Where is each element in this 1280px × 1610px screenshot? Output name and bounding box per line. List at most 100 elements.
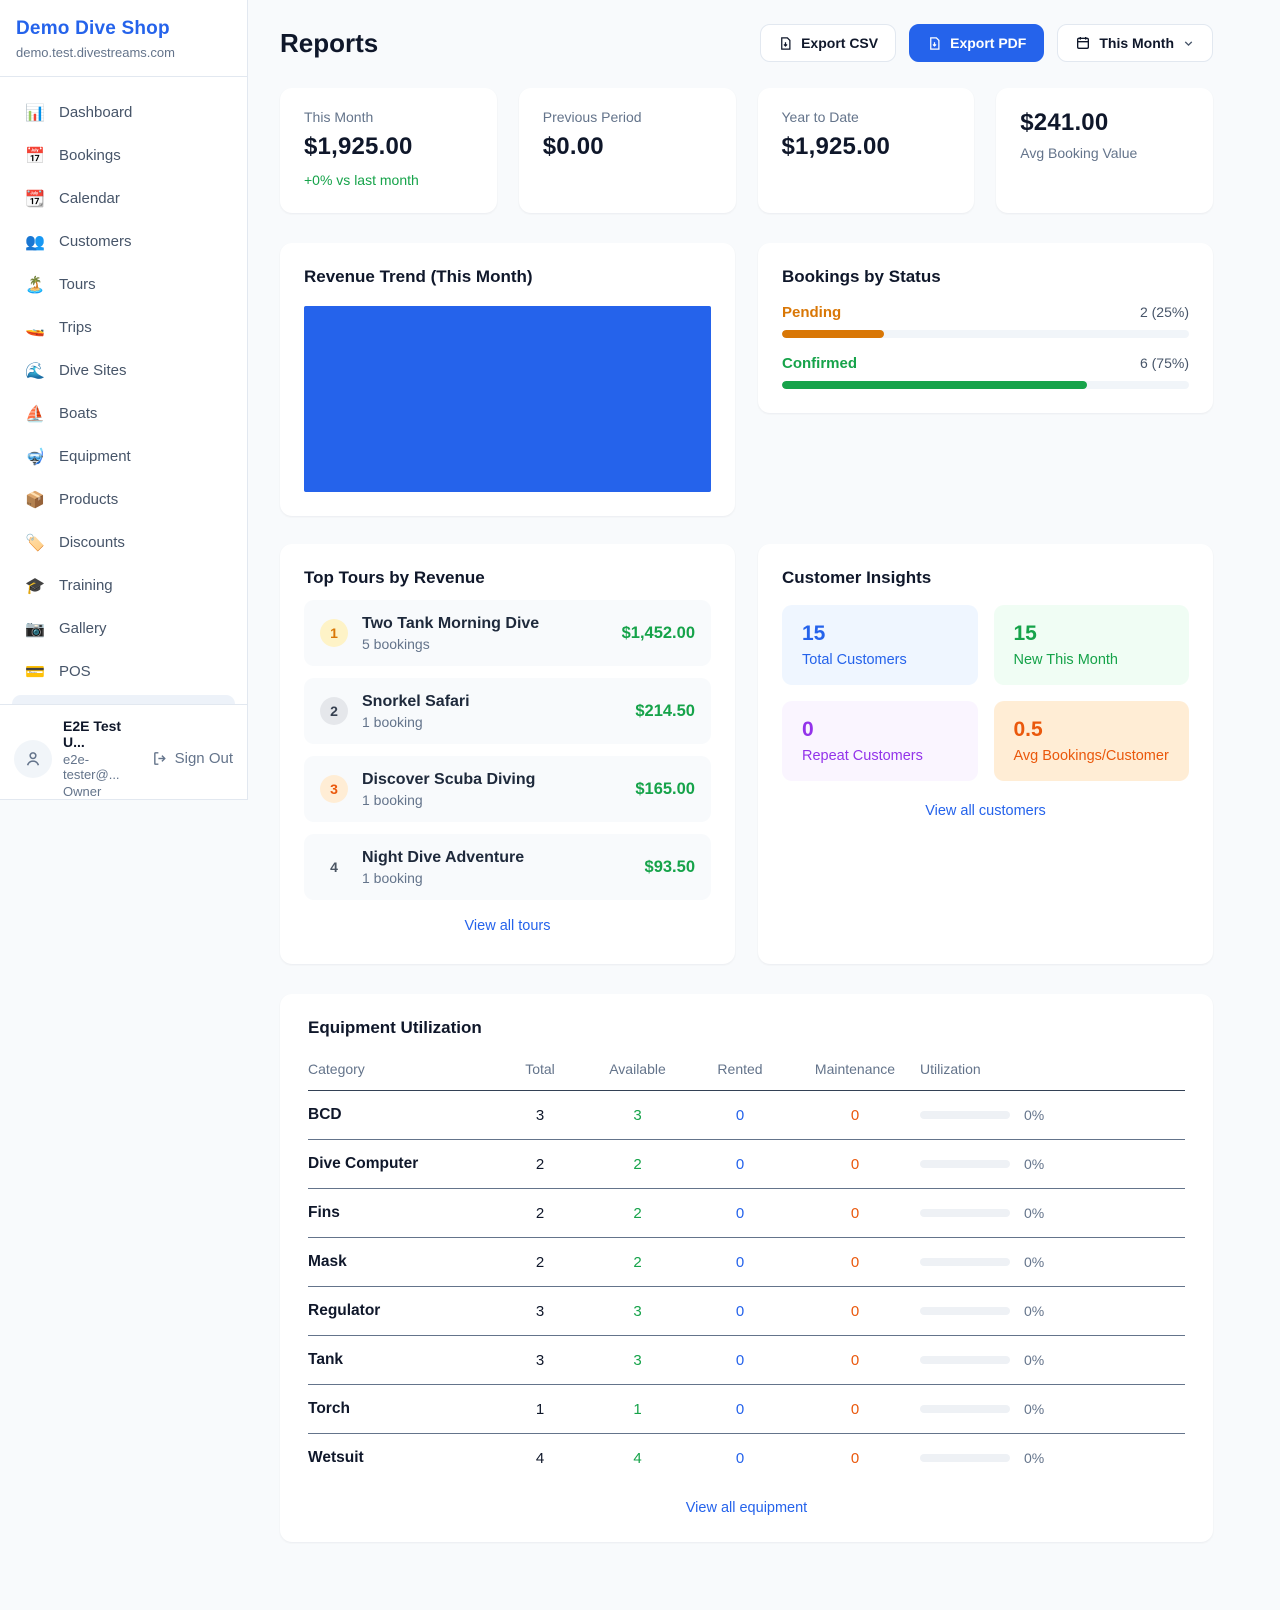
sidebar-item-discounts[interactable]: 🏷️Discounts	[8, 521, 239, 564]
sidebar-item-dashboard[interactable]: 📊Dashboard	[8, 91, 239, 134]
equipment-table: Category Total Available Rented Maintena…	[308, 1052, 1185, 1482]
sidebar-item-calendar[interactable]: 📆Calendar	[8, 177, 239, 220]
diving-mask-icon: 🤿	[24, 447, 46, 467]
table-row: Mask 2 2 0 0 0%	[308, 1238, 1185, 1287]
cell-total: 2	[495, 1238, 585, 1287]
insight-repeat-customers: 0 Repeat Customers	[782, 701, 978, 781]
sidebar: Demo Dive Shop demo.test.divestreams.com…	[0, 0, 248, 800]
customer-insights-card: Customer Insights 15 Total Customers 15 …	[758, 544, 1213, 964]
col-header-available: Available	[585, 1052, 690, 1091]
sidebar-item-equipment[interactable]: 🤿Equipment	[8, 435, 239, 478]
export-csv-button[interactable]: Export CSV	[760, 24, 896, 62]
utilization-bar	[920, 1356, 1010, 1364]
sidebar-item-label: Training	[59, 577, 113, 594]
bookings-by-status-title: Bookings by Status	[782, 267, 1189, 287]
sidebar-item-reports-partial[interactable]	[12, 695, 235, 704]
sidebar-item-products[interactable]: 📦Products	[8, 478, 239, 521]
header-actions: Export CSV Export PDF This Month	[760, 24, 1213, 62]
sidebar-item-trips[interactable]: 🚤Trips	[8, 306, 239, 349]
view-all-customers-link[interactable]: View all customers	[782, 803, 1189, 819]
page-title: Reports	[280, 28, 378, 59]
insight-label: Repeat Customers	[802, 748, 958, 764]
status-bar-confirmed	[782, 381, 1189, 389]
sign-out-button[interactable]: Sign Out	[152, 750, 233, 767]
view-all-equipment-link[interactable]: View all equipment	[308, 1500, 1185, 1516]
credit-card-icon: 💳	[24, 662, 46, 682]
sidebar-item-customers[interactable]: 👥Customers	[8, 220, 239, 263]
tour-info: Two Tank Morning Dive 5 bookings	[362, 615, 608, 652]
row-tours-insights: Top Tours by Revenue 1 Two Tank Morning …	[280, 544, 1213, 964]
cell-utilization: 0%	[920, 1287, 1185, 1336]
cell-total: 3	[495, 1287, 585, 1336]
col-header-utilization: Utilization	[920, 1052, 1185, 1091]
stat-label: This Month	[304, 109, 473, 125]
cell-category: Torch	[308, 1385, 495, 1434]
sidebar-item-label: Bookings	[59, 147, 121, 164]
status-bar-fill-pending	[782, 330, 884, 338]
sidebar-item-label: Customers	[59, 233, 132, 250]
dashboard-icon: 📊	[24, 103, 46, 123]
insight-new-this-month: 15 New This Month	[994, 605, 1190, 685]
cell-rented: 0	[690, 1140, 790, 1189]
tour-row: 3 Discover Scuba Diving 1 booking $165.0…	[304, 756, 711, 822]
utilization-pct: 0%	[1024, 1254, 1044, 1270]
view-all-tours-link[interactable]: View all tours	[304, 918, 711, 934]
tag-icon: 🏷️	[24, 533, 46, 553]
stat-card-year-to-date: Year to Date $1,925.00	[758, 88, 975, 213]
sidebar-item-gallery[interactable]: 📷Gallery	[8, 607, 239, 650]
stat-value: $1,925.00	[304, 133, 473, 161]
sidebar-item-label: Trips	[59, 319, 92, 336]
insight-value: 15	[802, 622, 958, 646]
cell-rented: 0	[690, 1091, 790, 1140]
col-header-total: Total	[495, 1052, 585, 1091]
tour-bookings: 1 booking	[362, 870, 631, 886]
cell-category: Dive Computer	[308, 1140, 495, 1189]
cell-utilization: 0%	[920, 1336, 1185, 1385]
user-info: E2E Test U... e2e-tester@... Owner	[63, 718, 141, 799]
brand-domain: demo.test.divestreams.com	[16, 45, 231, 60]
tour-info: Night Dive Adventure 1 booking	[362, 849, 631, 886]
sidebar-item-bookings[interactable]: 📅Bookings	[8, 134, 239, 177]
sidebar-nav: 📊Dashboard 📅Bookings 📆Calendar 👥Customer…	[0, 77, 247, 704]
table-row: Wetsuit 4 4 0 0 0%	[308, 1434, 1185, 1483]
rank-badge: 3	[320, 775, 348, 803]
insight-total-customers: 15 Total Customers	[782, 605, 978, 685]
revenue-trend-card: Revenue Trend (This Month)	[280, 243, 735, 516]
cell-maintenance: 0	[790, 1385, 920, 1434]
sidebar-item-label: Dive Sites	[59, 362, 127, 379]
sidebar-item-tours[interactable]: 🏝️Tours	[8, 263, 239, 306]
export-pdf-button[interactable]: Export PDF	[909, 24, 1044, 62]
sidebar-item-dive-sites[interactable]: 🌊Dive Sites	[8, 349, 239, 392]
brand: Demo Dive Shop demo.test.divestreams.com	[0, 0, 247, 77]
cell-utilization: 0%	[920, 1385, 1185, 1434]
sidebar-item-boats[interactable]: ⛵Boats	[8, 392, 239, 435]
sidebar-item-pos[interactable]: 💳POS	[8, 650, 239, 693]
cell-available: 2	[585, 1140, 690, 1189]
cell-rented: 0	[690, 1287, 790, 1336]
island-icon: 🏝️	[24, 275, 46, 295]
user-role: Owner	[63, 784, 141, 799]
sidebar-item-label: Products	[59, 491, 118, 508]
calendar-icon	[1075, 35, 1091, 51]
cell-maintenance: 0	[790, 1238, 920, 1287]
utilization-bar	[920, 1209, 1010, 1217]
calendar-icon: 📆	[24, 189, 46, 209]
cell-category: BCD	[308, 1091, 495, 1140]
sidebar-item-training[interactable]: 🎓Training	[8, 564, 239, 607]
period-select[interactable]: This Month	[1057, 24, 1213, 62]
table-row: Regulator 3 3 0 0 0%	[308, 1287, 1185, 1336]
stat-card-avg-booking-value: $241.00 Avg Booking Value	[996, 88, 1213, 213]
utilization-pct: 0%	[1024, 1156, 1044, 1172]
cell-available: 1	[585, 1385, 690, 1434]
tour-revenue: $1,452.00	[622, 624, 695, 643]
cell-available: 2	[585, 1189, 690, 1238]
status-bar-fill-confirmed	[782, 381, 1087, 389]
status-label-confirmed: Confirmed	[782, 355, 857, 372]
cell-maintenance: 0	[790, 1140, 920, 1189]
table-row: Dive Computer 2 2 0 0 0%	[308, 1140, 1185, 1189]
stat-label: Previous Period	[543, 109, 712, 125]
status-label-pending: Pending	[782, 304, 841, 321]
insight-grid: 15 Total Customers 15 New This Month 0 R…	[782, 605, 1189, 781]
rank-badge: 1	[320, 619, 348, 647]
cell-rented: 0	[690, 1336, 790, 1385]
